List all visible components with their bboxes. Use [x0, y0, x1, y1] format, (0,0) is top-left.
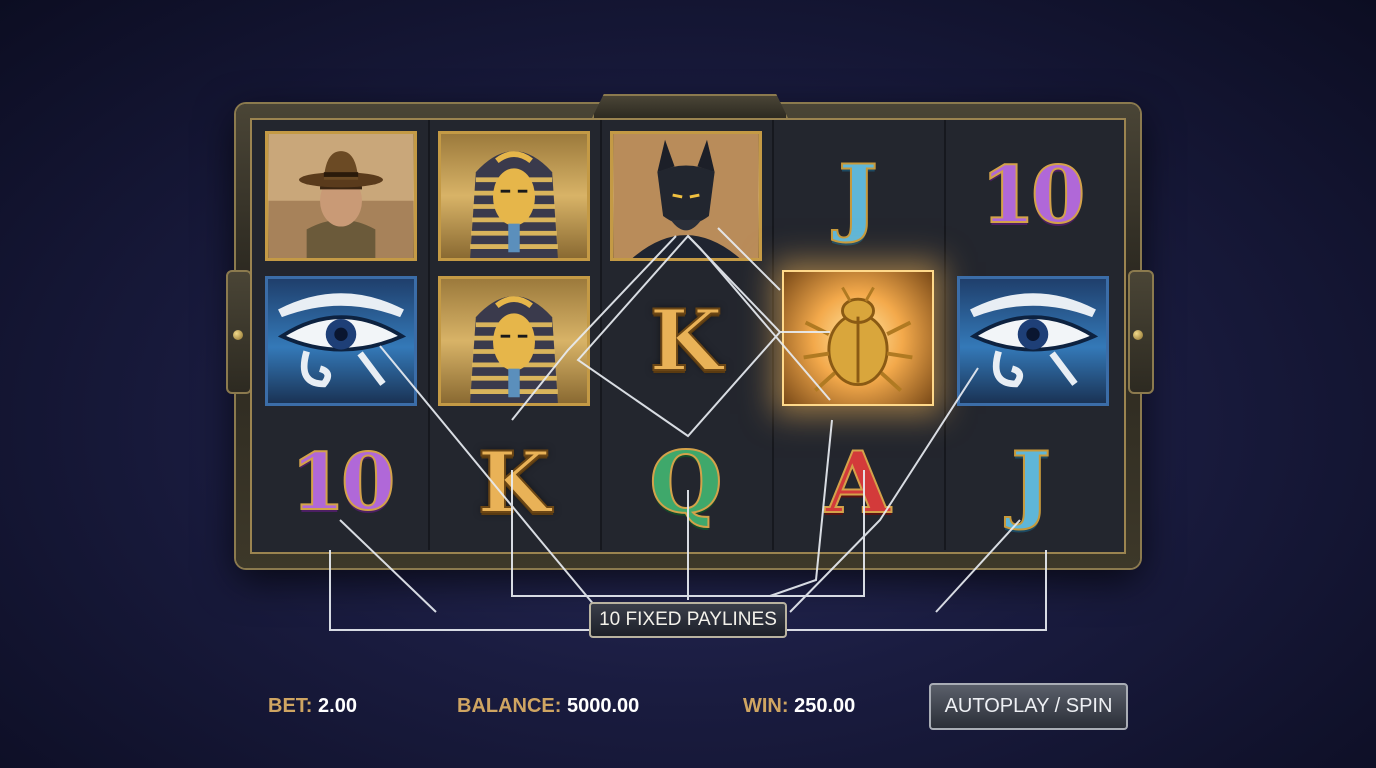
bet-value: 2.00: [318, 695, 357, 717]
pharaoh-mask-icon: [470, 296, 558, 403]
symbol-k: K: [648, 291, 723, 390]
autoplay-spin-button[interactable]: AUTOPLAY / SPIN: [929, 683, 1128, 730]
reel-3-row-1-anubis: [610, 131, 762, 261]
reel-3-row-3-queen: Q: [610, 418, 762, 548]
balance-value: 5000.00: [567, 695, 640, 717]
reel-4-row-3-ace: A: [782, 418, 934, 548]
explorer-icon: [268, 134, 414, 258]
symbol-a: A: [824, 433, 891, 532]
eye-of-horus-icon: [277, 293, 407, 388]
reel-5-row-3-jack: J: [955, 418, 1107, 548]
symbol-ten: 10: [290, 437, 397, 528]
symbol-k: K: [476, 433, 551, 532]
reel-2-row-2-pharaoh-mask: [438, 276, 590, 406]
reel-divider: [600, 120, 602, 550]
reel-1-row-2-eye-of-horus: [265, 276, 417, 406]
symbol-ten: 10: [980, 150, 1087, 241]
symbol-q: Q: [648, 433, 723, 532]
win-value: 250.00: [794, 695, 856, 717]
reel-4-row-1-jack: J: [782, 131, 934, 261]
pharaoh-mask-icon: [470, 151, 558, 258]
bet-label: BET:: [268, 695, 313, 717]
bet-display: BET: 2.00: [268, 695, 357, 718]
win-display: WIN: 250.00: [743, 695, 855, 718]
win-label: WIN:: [743, 695, 789, 717]
balance-display: BALANCE: 5000.00: [457, 695, 639, 718]
reel-divider: [428, 120, 430, 550]
scarab-icon: [803, 286, 913, 392]
symbol-j: J: [1010, 433, 1052, 532]
symbol-j: J: [837, 146, 879, 245]
reel-2-row-1-pharaoh-mask: [438, 131, 590, 261]
reel-2-row-3-king: K: [438, 418, 590, 548]
reel-1-row-1-explorer: [265, 131, 417, 261]
left-stud-ornament: [233, 330, 243, 340]
reel-1-row-3-ten: 10: [265, 418, 417, 548]
reel-5-row-2-eye-of-horus: [957, 276, 1109, 406]
paylines-label: 10 FIXED PAYLINES: [589, 602, 787, 638]
reel-divider: [944, 120, 946, 550]
reel-5-row-1-ten: 10: [955, 131, 1107, 261]
reel-3-row-2-king: K: [610, 276, 762, 406]
frame-top-plaque: [592, 94, 788, 118]
right-stud-ornament: [1133, 330, 1143, 340]
anubis-icon: [613, 134, 759, 258]
balance-label: BALANCE:: [457, 695, 562, 717]
reel-divider: [772, 120, 774, 550]
eye-of-horus-icon: [969, 293, 1099, 388]
reel-4-row-2-scarab: [782, 270, 934, 406]
